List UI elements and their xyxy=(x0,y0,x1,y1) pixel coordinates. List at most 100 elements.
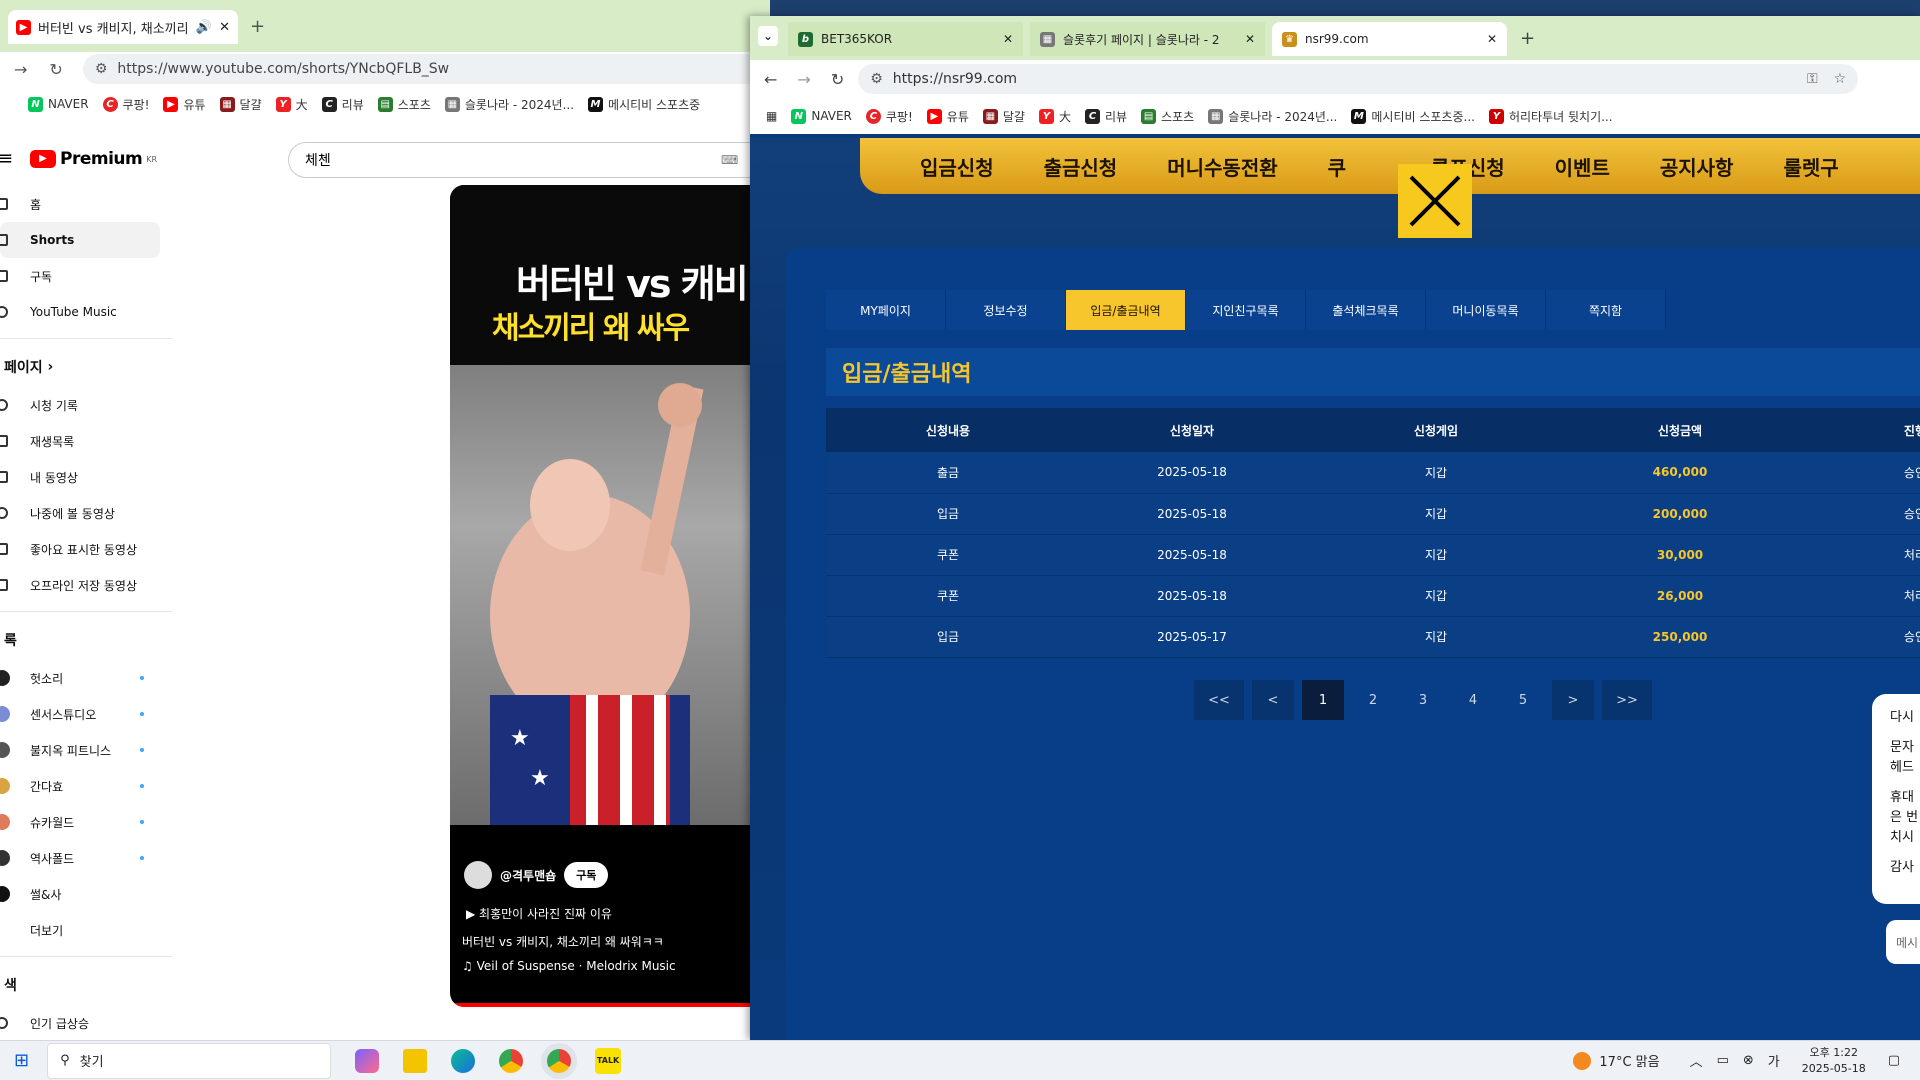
related-link[interactable]: ▶ 최홍만이 사라진 진짜 이유 xyxy=(466,905,612,922)
sidebar-item-my-videos[interactable]: 내 동영상 xyxy=(0,459,172,495)
sidebar-item-watch-later[interactable]: 나중에 볼 동영상 xyxy=(0,495,172,531)
bookmark-mesitv[interactable]: M 메시티비 스포츠중... xyxy=(1351,108,1475,125)
ime-icon[interactable]: 가 xyxy=(1768,1051,1780,1070)
subscription-item[interactable]: 헛소리 xyxy=(0,660,172,696)
tab-messages[interactable]: 쪽지함 xyxy=(1546,290,1666,330)
page-first[interactable]: << xyxy=(1194,680,1244,720)
subscribe-button[interactable]: 구독 xyxy=(564,862,609,888)
nav-money-transfer[interactable]: 머니수동전환 xyxy=(1142,152,1302,181)
sidebar-item-home[interactable]: 홈 xyxy=(0,186,172,222)
nav-withdraw[interactable]: 출금신청 xyxy=(1019,152,1143,181)
notifications-icon[interactable]: ▢ xyxy=(1888,1053,1900,1068)
taskbar-search[interactable]: ⚲ 찾기 xyxy=(47,1042,332,1079)
youtube-logo[interactable]: ▶ Premium KR xyxy=(30,149,157,169)
sidebar-item-youtube-music[interactable]: YouTube Music xyxy=(0,294,172,330)
bookmark-coupang[interactable]: C 쿠팡! xyxy=(865,108,913,125)
nav-event[interactable]: 이벤트 xyxy=(1530,152,1635,181)
bookmark-youtube[interactable]: ▶ 유튜 xyxy=(926,108,969,125)
nav-coupon[interactable]: 쿠 xyxy=(1303,152,1406,181)
sidebar-item-downloads[interactable]: 오프라인 저장 동영상 xyxy=(0,567,172,603)
edge-icon[interactable] xyxy=(451,1048,476,1073)
tab-attendance[interactable]: 출석체크목록 xyxy=(1306,290,1426,330)
subscription-item[interactable]: 불지옥 피트니스 xyxy=(0,732,172,768)
bookmark-slotnara[interactable]: ▦ 슬롯나라 - 2024년... xyxy=(444,96,574,113)
nav-notice[interactable]: 공지사항 xyxy=(1635,152,1759,181)
tab-youtube[interactable]: ▶ 버터빈 vs 캐비지, 채소끼리 🔊 ✕ xyxy=(8,10,238,44)
subscription-item[interactable]: 역사폴드 xyxy=(0,840,172,876)
channel-avatar[interactable] xyxy=(464,861,492,889)
section-you[interactable]: 페이지 › xyxy=(0,347,172,387)
music-credit[interactable]: ♫ Veil of Suspense · Melodrix Music xyxy=(462,959,676,973)
bookmark-mesitv[interactable]: M 메시티비 스포츠중 xyxy=(588,96,700,113)
tab-edit-info[interactable]: 정보수정 xyxy=(946,290,1066,330)
subscription-item[interactable]: 간다효 xyxy=(0,768,172,804)
sidebar-item-subscriptions[interactable]: 구독 xyxy=(0,258,172,294)
page-4[interactable]: 4 xyxy=(1452,680,1494,720)
subscription-item[interactable]: 슈카월드 xyxy=(0,804,172,840)
new-tab-icon[interactable]: + xyxy=(250,16,265,37)
star-icon[interactable]: ☆ xyxy=(1834,71,1847,87)
menu-icon[interactable]: ≡ xyxy=(0,148,13,169)
page-5[interactable]: 5 xyxy=(1502,680,1544,720)
reload-icon[interactable]: ↻ xyxy=(831,70,844,89)
close-tab-icon[interactable]: ✕ xyxy=(1487,32,1497,46)
bookmark-slotnara[interactable]: ▦ 슬롯나라 - 2024년... xyxy=(1208,108,1337,125)
subscription-item[interactable]: 센서스튜디오 xyxy=(0,696,172,732)
tab-nsr99[interactable]: ♛ nsr99.com ✕ xyxy=(1272,22,1507,56)
network-icon[interactable]: ▭ xyxy=(1717,1053,1729,1068)
tab-slotnara[interactable]: ▦ 슬롯후기 페이지 | 슬롯나라 - 2 ✕ xyxy=(1030,22,1265,56)
reload-icon[interactable]: ↻ xyxy=(49,60,62,79)
page-next[interactable]: > xyxy=(1552,680,1594,720)
chat-input[interactable]: 메시 xyxy=(1886,920,1920,964)
subscription-item[interactable]: 썰&사 xyxy=(0,876,172,912)
address-bar[interactable]: ⚙ https://www.youtube.com/shorts/YNcbQFL… xyxy=(82,54,763,84)
bookmark-review[interactable]: C 리뷰 xyxy=(321,96,364,113)
close-tab-icon[interactable]: ✕ xyxy=(219,20,230,35)
tab-list-icon[interactable]: ⌄ xyxy=(758,26,778,46)
short-video-player[interactable]: 버터빈 vs 캐비 채소끼리 왜 싸우 ★ ★ @격투맨숍 구독 ▶ 최홍만이 … xyxy=(450,185,770,1007)
bookmark-y[interactable]: Y大 xyxy=(1038,108,1071,125)
tab-friends[interactable]: 지인친구목록 xyxy=(1186,290,1306,330)
weather-widget[interactable]: 17°C 맑음 xyxy=(1573,1051,1660,1070)
bookmark-review[interactable]: C 리뷰 xyxy=(1085,108,1127,125)
page-3[interactable]: 3 xyxy=(1402,680,1444,720)
site-info-icon[interactable]: ⚙ xyxy=(95,61,108,77)
apps-icon[interactable]: ▦ xyxy=(766,109,777,123)
search-input[interactable]: 체첸 ⌨ xyxy=(288,142,770,178)
sidebar-item-playlists[interactable]: 재생목록 xyxy=(0,423,172,459)
bookmark-naver[interactable]: N NAVER xyxy=(28,96,89,112)
close-popup-button[interactable] xyxy=(1398,164,1472,238)
chevron-up-icon[interactable]: ︿ xyxy=(1690,1051,1703,1070)
file-explorer-icon[interactable] xyxy=(403,1048,428,1073)
sidebar-item-shorts[interactable]: Shorts xyxy=(0,222,160,258)
page-2[interactable]: 2 xyxy=(1352,680,1394,720)
chrome-icon[interactable] xyxy=(499,1048,524,1073)
bookmark-other[interactable]: Y 허리타투녀 뒷치기... xyxy=(1488,108,1613,125)
kakaotalk-icon[interactable]: TALK xyxy=(595,1047,622,1074)
forward-icon[interactable]: → xyxy=(797,70,810,89)
chrome-active-icon[interactable] xyxy=(547,1048,572,1073)
close-tab-icon[interactable]: ✕ xyxy=(1003,32,1013,46)
close-tab-icon[interactable]: ✕ xyxy=(1245,32,1255,46)
bookmark-coupang[interactable]: C 쿠팡! xyxy=(102,96,149,113)
tab-transactions[interactable]: 입금/출금내역 xyxy=(1066,290,1186,330)
sidebar-item-trending[interactable]: 인기 급상승 xyxy=(0,1005,172,1040)
forward-icon[interactable]: → xyxy=(14,60,27,79)
channel-name[interactable]: @격투맨숍 xyxy=(500,867,556,884)
tab-bet365[interactable]: b BET365KOR ✕ xyxy=(788,22,1023,56)
bookmark-y[interactable]: Y大 xyxy=(275,96,308,113)
keyboard-icon[interactable]: ⌨ xyxy=(721,153,738,167)
page-last[interactable]: >> xyxy=(1602,680,1652,720)
bookmark-egg[interactable]: ▦ 달걀 xyxy=(982,108,1025,125)
clock[interactable]: 오후 1:22 2025-05-18 xyxy=(1802,1045,1866,1077)
copilot-icon[interactable] xyxy=(355,1048,380,1073)
tab-money-moves[interactable]: 머니이동목록 xyxy=(1426,290,1546,330)
volume-muted-icon[interactable]: ⊗ xyxy=(1743,1053,1754,1068)
tab-mypage[interactable]: MY페이지 xyxy=(826,290,946,330)
address-bar[interactable]: ⚙ https://nsr99.com ⚿ ☆ xyxy=(858,64,1859,94)
bookmark-naver[interactable]: N NAVER xyxy=(791,108,852,124)
key-icon[interactable]: ⚿ xyxy=(1807,71,1818,87)
sidebar-item-liked[interactable]: 좋아요 표시한 동영상 xyxy=(0,531,172,567)
show-more[interactable]: 더보기 xyxy=(0,912,172,948)
windows-start-icon[interactable]: ⊞ xyxy=(14,1050,29,1071)
